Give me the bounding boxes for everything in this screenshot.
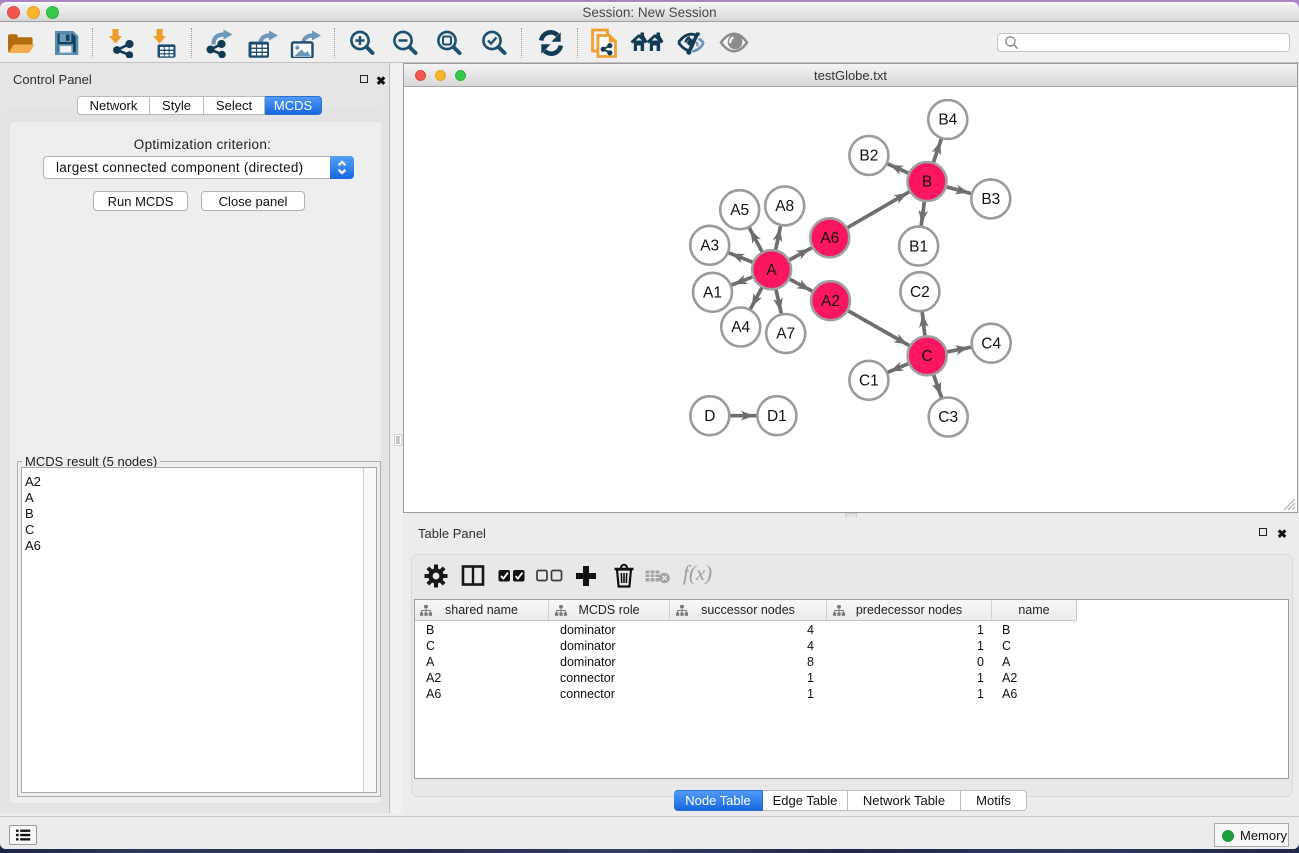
svg-text:D1: D1 xyxy=(767,408,787,425)
svg-text:A1: A1 xyxy=(703,285,722,302)
svg-text:B: B xyxy=(922,174,932,191)
svg-text:C3: C3 xyxy=(938,409,958,426)
svg-text:C: C xyxy=(921,348,932,365)
svg-text:A2: A2 xyxy=(821,293,840,310)
svg-text:A3: A3 xyxy=(700,238,719,255)
svg-text:B3: B3 xyxy=(981,191,1000,208)
svg-text:B1: B1 xyxy=(909,238,928,255)
svg-text:A5: A5 xyxy=(730,202,749,219)
svg-text:C4: C4 xyxy=(981,335,1001,352)
svg-text:A6: A6 xyxy=(820,230,839,247)
svg-text:C2: C2 xyxy=(910,284,930,301)
svg-text:A8: A8 xyxy=(775,198,794,215)
svg-text:D: D xyxy=(704,408,715,425)
svg-text:A: A xyxy=(766,262,777,279)
svg-text:A7: A7 xyxy=(776,326,795,343)
svg-text:B4: B4 xyxy=(938,112,957,129)
svg-text:A4: A4 xyxy=(731,319,750,336)
svg-text:C1: C1 xyxy=(859,373,879,390)
svg-text:B2: B2 xyxy=(859,148,878,165)
